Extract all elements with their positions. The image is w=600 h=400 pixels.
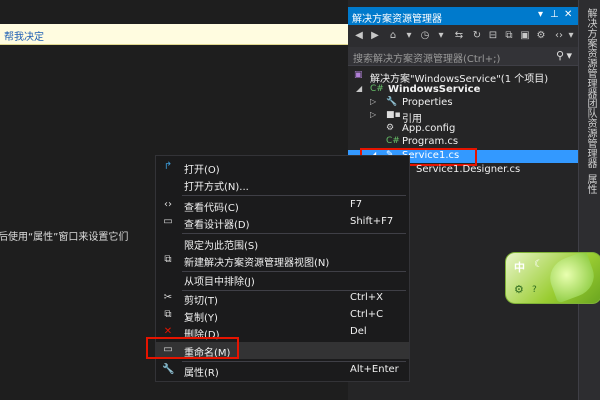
clock-icon[interactable]: ◷ (418, 29, 432, 43)
back-icon[interactable]: ◀ (352, 29, 366, 43)
input-mode-label[interactable]: 中 (514, 259, 525, 275)
pin-icon[interactable]: ⊥ (550, 9, 559, 20)
info-bar-link[interactable]: 帮我决定 (4, 28, 44, 43)
menu-item-view-designer[interactable]: ▭ 查看设计器(D) Shift+F7 (156, 214, 409, 231)
solution-icon: ▣ (354, 70, 363, 80)
gear-icon[interactable]: ⚙ (514, 283, 524, 296)
designer-icon: ▭ (163, 216, 173, 227)
menu-item-label: 查看设计器(D) (184, 220, 250, 231)
highlight-box-rename (146, 337, 239, 359)
csharp-project-icon: C# (370, 84, 384, 94)
dropdown-icon[interactable]: ▾ (566, 49, 572, 62)
wrench-icon: 🔧 (386, 97, 398, 107)
solution-explorer-search[interactable]: 搜索解决方案资源管理器(Ctrl+;) ⚲ ▾ (348, 47, 578, 66)
collapse-icon[interactable]: ▷ (370, 110, 376, 119)
open-icon: ↱ (163, 161, 173, 172)
editor-hint-text: 然后使用“属性”窗口来设置它们 (0, 232, 129, 243)
menu-item-label: 剪切(T) (184, 296, 218, 307)
home-icon[interactable]: ⌂ (386, 29, 400, 43)
tree-label: WindowsService (388, 84, 481, 95)
menu-item-view-code[interactable]: ‹› 查看代码(C) F7 (156, 197, 409, 214)
settings-icon[interactable]: ⚙ (534, 29, 548, 43)
info-bar: 帮我决定 (0, 24, 348, 45)
dropdown-icon[interactable]: ▾ (564, 29, 578, 43)
menu-item-properties[interactable]: 🔧 属性(R) Alt+Enter (156, 362, 409, 379)
moon-icon[interactable]: ☾ (534, 259, 543, 270)
menu-item-open-with[interactable]: 打开方式(N)... (156, 176, 409, 193)
leaf-icon (544, 253, 600, 303)
solution-explorer-toolbar: ◀ ▶ ⌂ ▾ ◷ ▾ ⇆ ↻ ⊟ ⧉ ▣ ⚙ ‹› ▾ (348, 25, 578, 47)
menu-item-shortcut: Shift+F7 (350, 216, 394, 227)
dropdown-icon[interactable]: ▾ (538, 9, 543, 20)
search-input[interactable]: 搜索解决方案资源管理器(Ctrl+;) (353, 50, 500, 65)
menu-item-label: 从项目中排除(J) (184, 277, 255, 288)
menu-item-label: 新建解决方案资源管理器视图(N) (184, 258, 330, 269)
copy-icon: ⧉ (164, 309, 172, 320)
menu-item-copy[interactable]: ⧉ 复制(Y) Ctrl+C (156, 307, 409, 324)
new-view-icon: ⧉ (164, 254, 172, 265)
expand-icon[interactable]: ◢ (356, 84, 362, 93)
menu-item-label: 查看代码(C) (184, 203, 239, 214)
delete-icon: ✕ (163, 326, 173, 337)
wrench-icon: 🔧 (162, 364, 175, 375)
solution-explorer-title-bar: 解决方案资源管理器 ▾ ⊥ ✕ (348, 7, 578, 25)
menu-item-exclude[interactable]: 从项目中排除(J) (156, 271, 409, 288)
scissors-icon: ✂ (163, 292, 173, 303)
sync-icon[interactable]: ⇆ (452, 29, 466, 43)
show-all-files-icon[interactable]: ▣ (518, 29, 532, 43)
close-icon[interactable]: ✕ (564, 9, 572, 20)
tree-item-properties[interactable]: ▷ 🔧 Properties (348, 97, 578, 110)
collapse-icon[interactable]: ▷ (370, 97, 376, 106)
references-icon: ■▪ (386, 110, 401, 120)
tree-item-references[interactable]: ▷ ■▪ 引用 (348, 110, 578, 125)
tree-item-app-config[interactable]: ⚙ App.config (348, 123, 578, 136)
tree-label: 解决方案"WindowsService"(1 个项目) (370, 74, 549, 85)
menu-item-label: 限定为此范围(S) (184, 241, 259, 252)
code-icon: ‹› (164, 199, 172, 210)
tree-item-project[interactable]: ◢ C# WindowsService (348, 84, 578, 97)
menu-separator (182, 195, 406, 196)
dropdown-icon[interactable]: ▾ (434, 29, 448, 43)
tree-label: Properties (402, 97, 453, 108)
copy-icon[interactable]: ⧉ (502, 29, 516, 43)
menu-item-new-view[interactable]: ⧉ 新建解决方案资源管理器视图(N) (156, 252, 409, 269)
tree-label: Program.cs (402, 136, 459, 147)
ime-widget[interactable]: 中 ☾ ⚙ ? (505, 252, 600, 304)
menu-item-label: 打开(O) (184, 165, 220, 176)
menu-item-label: 属性(R) (184, 368, 219, 379)
tree-label: App.config (402, 123, 456, 134)
forward-icon[interactable]: ▶ (368, 29, 382, 43)
menu-item-label: 打开方式(N)... (184, 182, 249, 193)
menu-item-shortcut: Alt+Enter (350, 364, 399, 375)
tab-solution-explorer[interactable]: 解决方案资源管理器 (583, 8, 598, 98)
collapse-all-icon[interactable]: ⊟ (486, 29, 500, 43)
menu-item-cut[interactable]: ✂ 剪切(T) Ctrl+X (156, 290, 409, 307)
menu-item-scope-to-this[interactable]: 限定为此范围(S) (156, 235, 409, 252)
refresh-icon[interactable]: ↻ (470, 29, 484, 43)
menu-item-shortcut: Ctrl+C (350, 309, 384, 320)
menu-item-shortcut: Del (350, 326, 367, 337)
tab-team-explorer[interactable]: 团队资源管理器 (583, 98, 598, 168)
config-file-icon: ⚙ (386, 123, 395, 133)
csharp-file-icon: C# (386, 136, 400, 146)
tree-label: Service1.Designer.cs (416, 164, 521, 175)
dropdown-icon[interactable]: ▾ (402, 29, 416, 43)
help-icon[interactable]: ? (532, 285, 537, 295)
menu-item-shortcut: F7 (350, 199, 363, 210)
search-icon[interactable]: ⚲ (556, 49, 564, 62)
side-tab-strip: 解决方案资源管理器 团队资源管理器 属性 (578, 0, 600, 400)
menu-item-label: 复制(Y) (184, 313, 218, 324)
tree-item-solution[interactable]: ▣ 解决方案"WindowsService"(1 个项目) (348, 70, 578, 85)
solution-explorer-title: 解决方案资源管理器 (352, 14, 442, 25)
menu-item-open[interactable]: ↱ 打开(O) (156, 159, 409, 176)
menu-separator (182, 233, 406, 234)
tab-properties[interactable]: 属性 (583, 174, 598, 194)
menu-item-shortcut: Ctrl+X (350, 292, 384, 303)
